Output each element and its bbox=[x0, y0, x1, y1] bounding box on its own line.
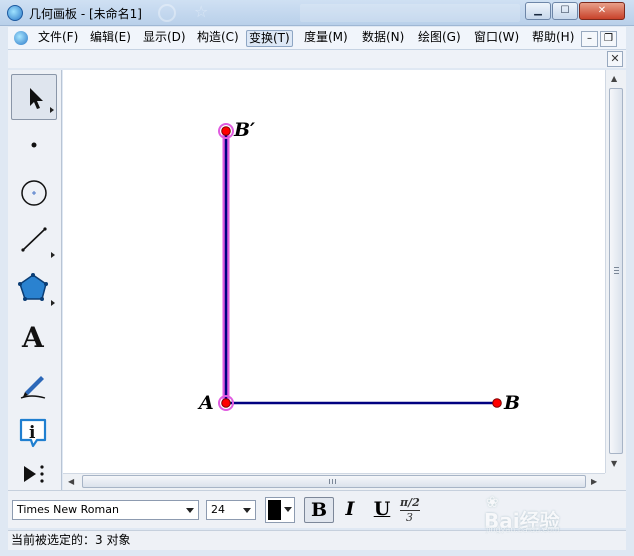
italic-button[interactable]: I bbox=[335, 497, 365, 523]
scroll-right-arrow-icon[interactable]: ▶ bbox=[591, 477, 597, 486]
chevron-down-icon bbox=[284, 507, 292, 512]
vertical-scroll-thumb[interactable] bbox=[609, 88, 623, 454]
compass-tool[interactable] bbox=[11, 170, 57, 216]
window-maximize-button[interactable]: ☐ bbox=[552, 2, 578, 20]
window-minimize-button[interactable]: ▁ bbox=[525, 2, 551, 20]
background-address-bar bbox=[300, 4, 520, 22]
point-a-label[interactable]: A bbox=[199, 392, 214, 414]
text-tool-glyph: A bbox=[21, 321, 45, 354]
selection-status-text: 当前被选定的：3 对象 bbox=[11, 533, 131, 547]
menu-data[interactable]: 数据(N) bbox=[360, 30, 406, 47]
scroll-left-arrow-icon[interactable]: ◀ bbox=[68, 477, 74, 486]
scroll-down-arrow-icon[interactable]: ▼ bbox=[611, 459, 617, 468]
horizontal-grip-icon bbox=[329, 479, 336, 484]
document-close-button[interactable]: ✕ bbox=[607, 51, 623, 67]
document-restore-button[interactable]: ❐ bbox=[600, 31, 617, 47]
information-tool-glyph: i bbox=[29, 423, 36, 443]
point-b[interactable] bbox=[492, 398, 502, 408]
background-circle-icon bbox=[158, 4, 176, 22]
app-logo-icon bbox=[7, 5, 23, 21]
chevron-down-icon bbox=[243, 508, 251, 513]
point-b-label[interactable]: B bbox=[504, 392, 520, 414]
window-close-button[interactable]: ✕ bbox=[579, 2, 625, 20]
font-size-select[interactable]: 24 bbox=[206, 500, 256, 520]
text-color-swatch bbox=[268, 500, 281, 520]
menu-window[interactable]: 窗口(W) bbox=[472, 30, 521, 47]
arrow-tool-submenu-indicator bbox=[50, 107, 54, 113]
letter-a-icon: A bbox=[21, 321, 45, 354]
math-denominator: 3 bbox=[406, 511, 413, 524]
document-close-bar: ✕ bbox=[8, 50, 626, 68]
polygon-submenu-indicator bbox=[51, 300, 55, 306]
window-title: 几何画板 - [未命名1] bbox=[29, 7, 142, 21]
title-bar: 几何画板 - [未命名1] ☆ ▁ ☐ ✕ bbox=[0, 0, 634, 26]
play-more-icon bbox=[24, 465, 44, 483]
menu-graph[interactable]: 绘图(G) bbox=[416, 30, 463, 47]
bold-button[interactable]: B bbox=[304, 497, 334, 523]
point-b-prime[interactable] bbox=[221, 126, 231, 136]
menu-display[interactable]: 显示(D) bbox=[141, 30, 188, 47]
text-color-button[interactable] bbox=[265, 497, 295, 523]
info-icon: i bbox=[19, 418, 47, 448]
marker-tool[interactable] bbox=[11, 362, 57, 408]
toolbox: A i bbox=[8, 70, 62, 490]
geometry-sketch bbox=[218, 123, 502, 411]
menu-measure[interactable]: 度量(M) bbox=[302, 30, 350, 47]
point-tool[interactable] bbox=[11, 122, 57, 168]
font-family-value: Times New Roman bbox=[17, 503, 119, 516]
vertical-grip-icon bbox=[614, 267, 619, 274]
math-format-button[interactable]: π/2 3 bbox=[396, 496, 426, 524]
menu-edit[interactable]: 编辑(E) bbox=[88, 30, 133, 47]
document-minimize-button[interactable]: – bbox=[581, 31, 598, 47]
straightedge-tool[interactable] bbox=[11, 218, 57, 264]
menu-bar: 文件(F) 编辑(E) 显示(D) 构造(C) 变换(T) 度量(M) 数据(N… bbox=[8, 27, 626, 50]
pointer-arrow-icon bbox=[30, 88, 43, 109]
menu-construct[interactable]: 构造(C) bbox=[195, 30, 241, 47]
pen-marker-icon bbox=[20, 376, 46, 399]
straightedge-submenu-indicator bbox=[51, 252, 55, 258]
underline-button[interactable]: U bbox=[367, 497, 397, 523]
math-numerator: π/2 bbox=[400, 496, 420, 509]
point-a[interactable] bbox=[221, 398, 231, 408]
drawing-canvas[interactable]: B′ A B bbox=[63, 70, 605, 473]
custom-tool[interactable] bbox=[11, 458, 57, 490]
menu-help[interactable]: 帮助(H) bbox=[530, 30, 576, 47]
scroll-up-arrow-icon[interactable]: ▲ bbox=[611, 74, 617, 83]
font-family-select[interactable]: Times New Roman bbox=[12, 500, 199, 520]
menu-transform[interactable]: 变换(T) bbox=[246, 30, 293, 47]
vertical-scrollbar[interactable]: ▲ ▼ bbox=[605, 70, 626, 473]
text-tool[interactable]: A bbox=[11, 314, 57, 360]
background-star-icon: ☆ bbox=[194, 2, 209, 21]
point-dot-icon bbox=[31, 142, 37, 148]
arrow-tool[interactable] bbox=[11, 74, 57, 120]
point-b-prime-label[interactable]: B′ bbox=[234, 119, 255, 141]
polygon-tool[interactable] bbox=[11, 266, 57, 312]
watermark-url: jingyan.baidu.com bbox=[486, 525, 560, 534]
menu-file[interactable]: 文件(F) bbox=[36, 30, 80, 47]
font-size-value: 24 bbox=[211, 503, 225, 516]
circle-icon bbox=[21, 180, 47, 206]
baidu-watermark: ❀ Bai经验 jingyan.baidu.com bbox=[480, 487, 620, 534]
document-icon[interactable] bbox=[14, 31, 28, 45]
chevron-down-icon bbox=[186, 508, 194, 513]
information-tool[interactable]: i bbox=[11, 410, 57, 456]
